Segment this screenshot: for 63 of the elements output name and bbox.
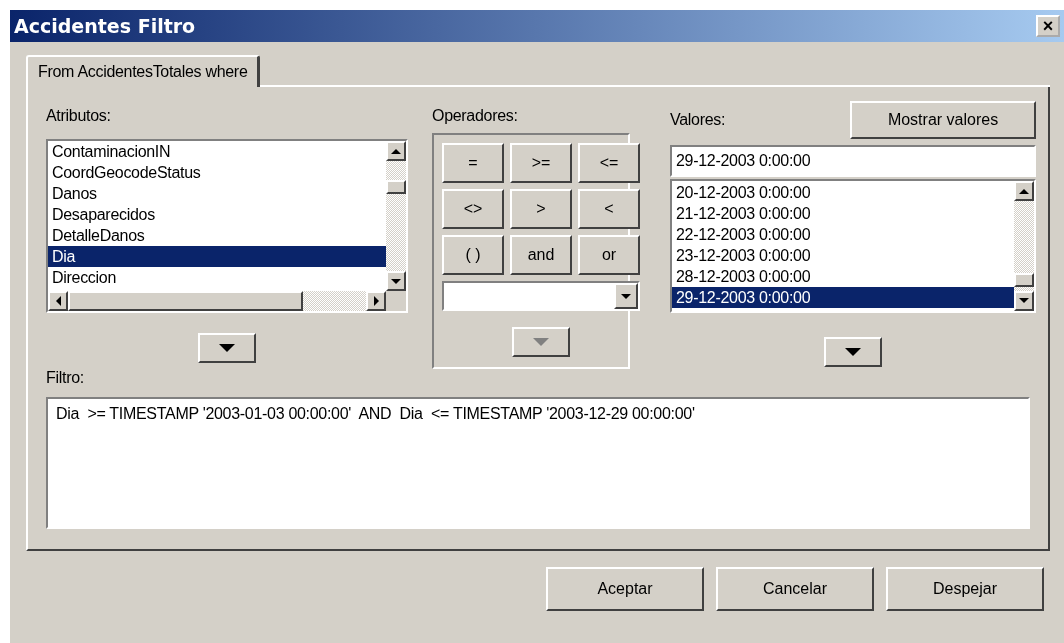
down-arrow-icon bbox=[621, 293, 631, 299]
values-list[interactable]: 20-12-2003 0:00:00 21-12-2003 0:00:00 22-12-2003 0:00:00 23-12-2003 0:00:00 28-12-2003 0:00:00 29-12-2003 0:00:00 bbox=[670, 179, 1036, 313]
down-arrow-icon bbox=[1019, 298, 1029, 304]
operator-button[interactable]: > bbox=[510, 189, 572, 229]
list-item[interactable]: 23-12-2003 0:00:00 bbox=[672, 245, 1014, 266]
up-arrow-icon bbox=[1019, 188, 1029, 194]
dialog-button[interactable]: Despejar bbox=[886, 567, 1044, 611]
list-item[interactable]: 20-12-2003 0:00:00 bbox=[672, 182, 1014, 203]
operator-button[interactable]: >= bbox=[510, 143, 572, 183]
attributes-list[interactable]: ContaminacionIN CoordGeocodeStatus Danos Desaparecidos DetalleDanos Dia Direccion bbox=[46, 139, 408, 313]
list-item[interactable]: Dia bbox=[48, 246, 386, 267]
tab[interactable]: From AccidentesTotales where bbox=[26, 55, 261, 87]
down-arrow-icon bbox=[845, 348, 861, 356]
filter-textarea[interactable]: Dia >= TIMESTAMP '2003-01-03 00:00:00' AND Dia <= TIMESTAMP '2003-12-29 00:00:00' bbox=[46, 397, 1030, 529]
add-attribute-button[interactable] bbox=[198, 333, 256, 363]
scroll-down-button[interactable] bbox=[1014, 291, 1034, 311]
list-item[interactable]: 22-12-2003 0:00:00 bbox=[672, 224, 1014, 245]
list-item[interactable]: DetalleDanos bbox=[48, 225, 386, 246]
operator-button[interactable]: or bbox=[578, 235, 640, 275]
window-title: Accidentes Filtro bbox=[14, 15, 196, 37]
scroll-thumb[interactable] bbox=[68, 291, 303, 311]
scroll-left-button[interactable] bbox=[48, 291, 68, 311]
show-values-button[interactable]: Mostrar valores bbox=[850, 101, 1036, 139]
operator-button[interactable]: <> bbox=[442, 189, 504, 229]
left-arrow-icon bbox=[55, 296, 61, 306]
scroll-right-button[interactable] bbox=[366, 291, 386, 311]
close-button[interactable]: × bbox=[1036, 15, 1060, 37]
down-arrow-icon bbox=[219, 344, 235, 352]
list-item[interactable]: 21-12-2003 0:00:00 bbox=[672, 203, 1014, 224]
scroll-down-button[interactable] bbox=[386, 271, 406, 291]
scroll-thumb[interactable] bbox=[1014, 273, 1034, 288]
dialog-button[interactable]: Aceptar bbox=[546, 567, 704, 611]
vertical-scrollbar[interactable] bbox=[1014, 181, 1034, 311]
list-item[interactable]: Desaparecidos bbox=[48, 204, 386, 225]
list-item[interactable]: 28-12-2003 0:00:00 bbox=[672, 266, 1014, 287]
down-arrow-icon bbox=[391, 278, 401, 284]
add-value-button[interactable] bbox=[824, 337, 882, 367]
dialog-button[interactable]: Cancelar bbox=[716, 567, 874, 611]
operators-label: Operadores: bbox=[432, 107, 519, 125]
vertical-scrollbar[interactable] bbox=[386, 141, 406, 291]
scroll-up-button[interactable] bbox=[386, 141, 406, 161]
dropdown-button[interactable] bbox=[614, 283, 638, 309]
values-label: Valores: bbox=[670, 111, 726, 129]
operator-button[interactable]: and bbox=[510, 235, 572, 275]
attributes-label: Atributos: bbox=[46, 107, 112, 125]
list-item[interactable]: 29-12-2003 0:00:00 bbox=[672, 287, 1014, 308]
list-item[interactable]: ContaminacionIN bbox=[48, 141, 386, 162]
operator-button[interactable]: ( ) bbox=[442, 235, 504, 275]
filter-label: Filtro: bbox=[46, 369, 85, 387]
operator-button[interactable]: <= bbox=[578, 143, 640, 183]
up-arrow-icon bbox=[391, 148, 401, 154]
operator-dropdown[interactable] bbox=[442, 281, 640, 311]
list-item[interactable]: Direccion bbox=[48, 267, 386, 288]
list-item[interactable]: CoordGeocodeStatus bbox=[48, 162, 386, 183]
scroll-up-button[interactable] bbox=[1014, 181, 1034, 201]
right-arrow-icon bbox=[373, 296, 379, 306]
operator-button[interactable]: < bbox=[578, 189, 640, 229]
horizontal-scrollbar[interactable] bbox=[48, 291, 386, 311]
operator-button[interactable]: = bbox=[442, 143, 504, 183]
list-item[interactable]: Danos bbox=[48, 183, 386, 204]
scroll-thumb[interactable] bbox=[386, 180, 406, 195]
down-arrow-icon bbox=[533, 338, 549, 346]
value-field[interactable]: 29-12-2003 0:00:00 bbox=[670, 145, 1036, 177]
